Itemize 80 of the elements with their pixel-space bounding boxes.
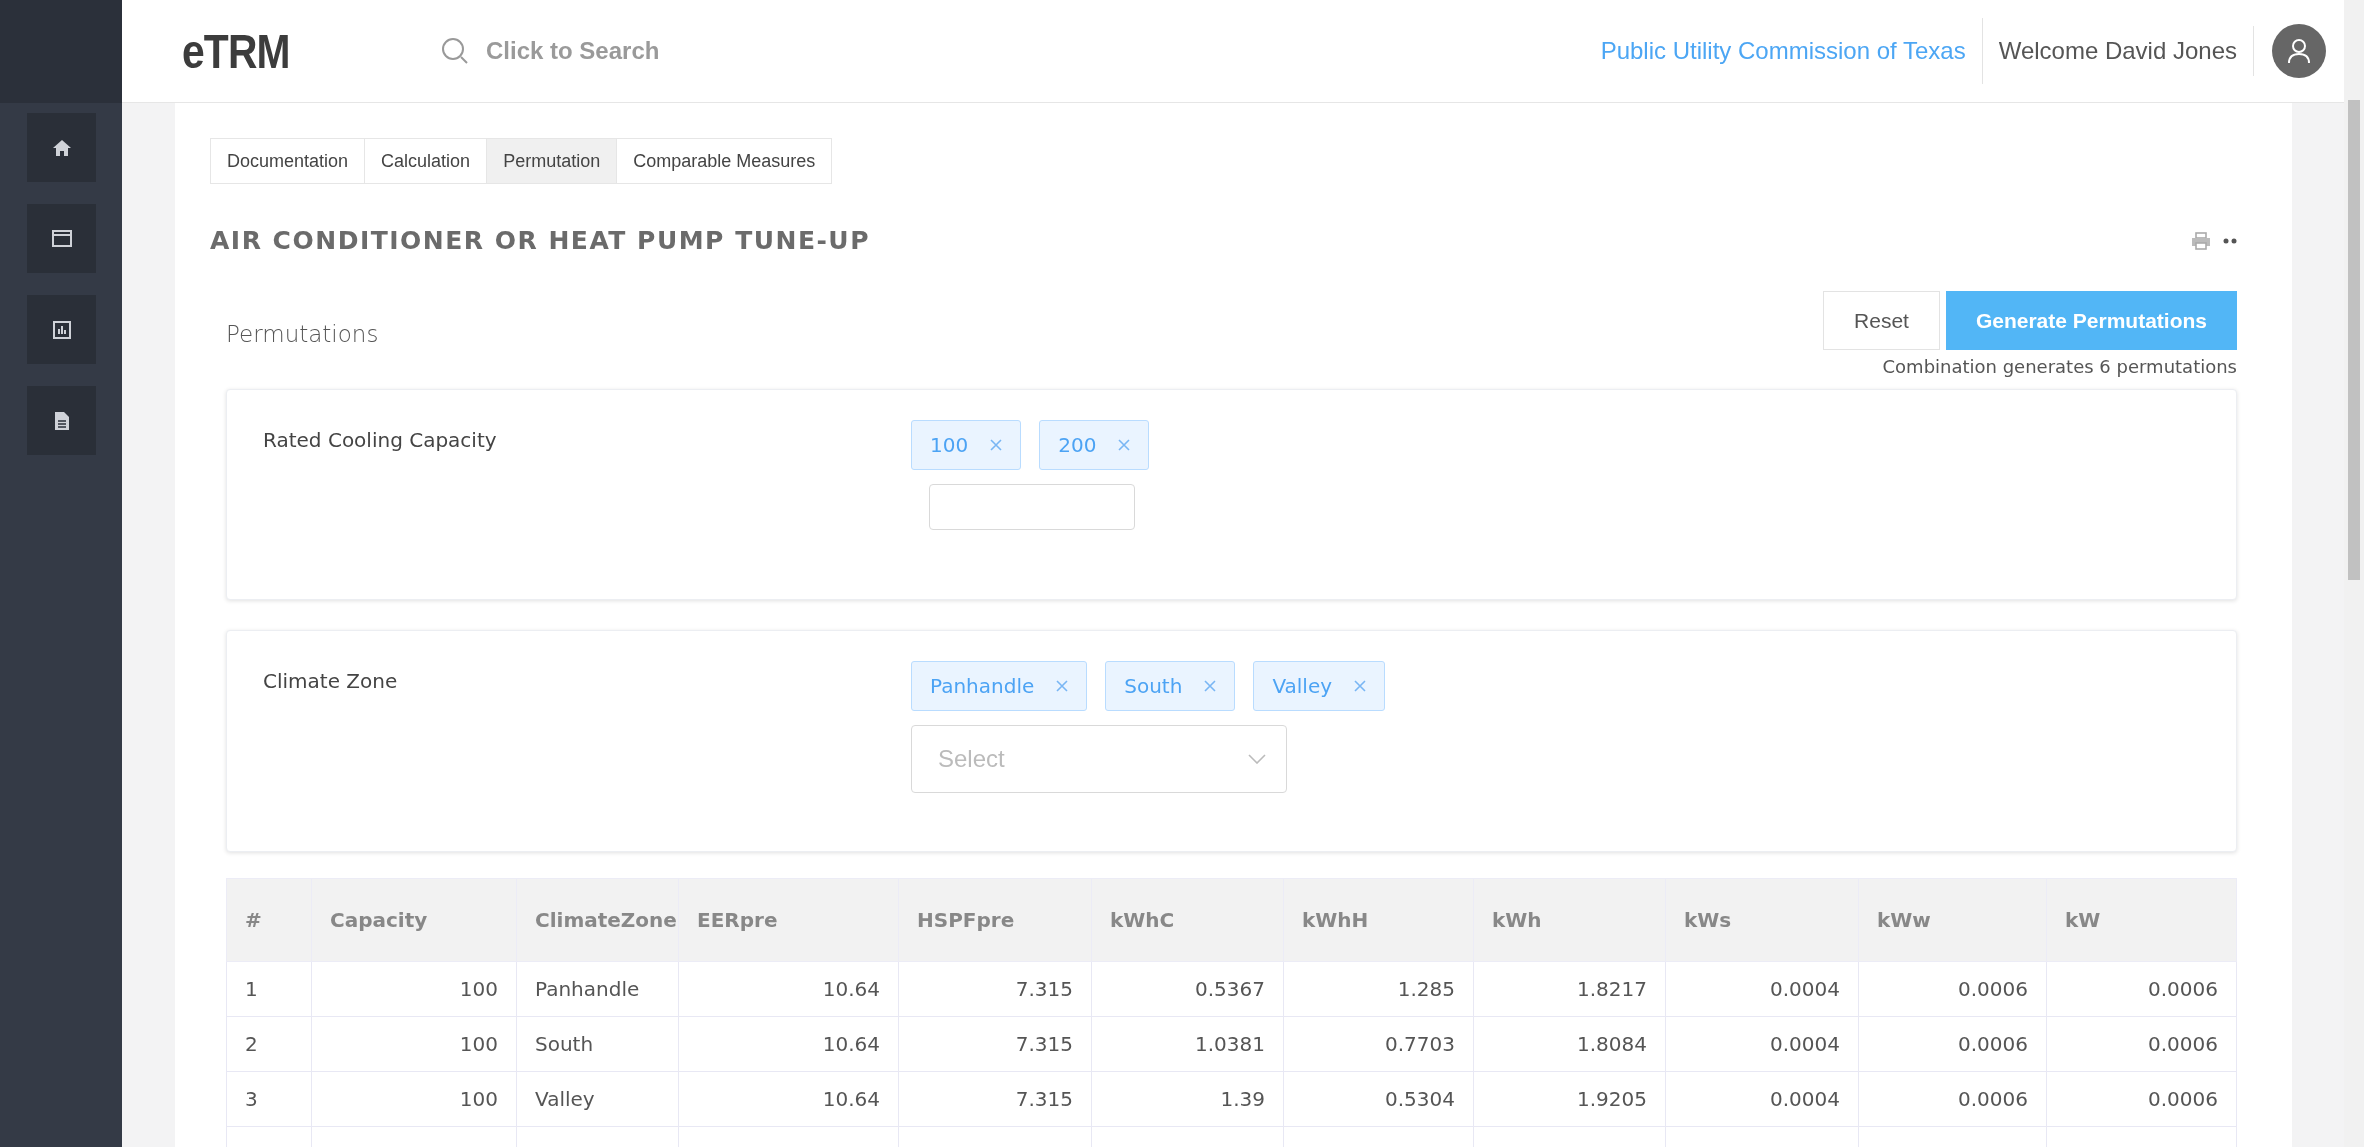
table-cell: 100	[311, 1016, 517, 1072]
table-cell: South	[516, 1016, 679, 1072]
document-icon	[53, 410, 70, 431]
parameter-label: Rated Cooling Capacity	[263, 428, 498, 454]
table-cell: 0.0004	[1665, 961, 1859, 1017]
column-header: kWhC	[1091, 878, 1284, 962]
column-header: kWh	[1473, 878, 1666, 962]
sidebar-item[interactable]	[27, 386, 96, 455]
column-header: kWs	[1665, 878, 1859, 962]
window-icon	[51, 230, 72, 247]
input-field[interactable]	[929, 484, 1135, 530]
welcome-text: Welcome David Jones	[1982, 26, 2254, 76]
table-cell: 10.64	[678, 961, 899, 1017]
table-cell: 0.0006	[2046, 961, 2237, 1017]
table-cell: 1.8217	[1473, 961, 1666, 1017]
tag-text: 100	[930, 433, 969, 457]
tab[interactable]: Permutation	[487, 139, 618, 183]
close-icon[interactable]	[1354, 680, 1367, 692]
table-cell: 0.0006	[1858, 961, 2047, 1017]
table-cell: 10.64	[678, 1071, 899, 1127]
tag-text: South	[1124, 674, 1183, 698]
column-header: HSPFpre	[898, 878, 1092, 962]
reset-button[interactable]: Reset	[1823, 291, 1940, 350]
user-icon	[2287, 38, 2311, 64]
table-cell: 0.0004	[1665, 1071, 1859, 1127]
table-cell: 0.0004	[1665, 1016, 1859, 1072]
avatar[interactable]	[2272, 24, 2326, 78]
tag-text: Valley	[1272, 674, 1333, 698]
table-cell: 0.5304	[1283, 1071, 1474, 1127]
home-icon	[51, 138, 72, 157]
table-cell: 1	[226, 961, 312, 1017]
table-cell: 7.315	[898, 961, 1092, 1017]
table-cell: 100	[311, 1071, 517, 1127]
sidebar-item[interactable]	[27, 204, 96, 273]
select-placeholder: Select	[938, 745, 1005, 773]
logo: eTRM	[182, 23, 291, 79]
column-header: kWw	[1858, 878, 2047, 962]
table-cell: 1.8084	[1473, 1016, 1666, 1072]
tag-text: 200	[1058, 433, 1097, 457]
permutation-count-note: Combination generates 6 permutations	[1882, 356, 2237, 377]
table-cell: 0.0006	[2046, 1016, 2237, 1072]
page-title: AIR CONDITIONER OR HEAT PUMP TUNE-UP	[210, 226, 870, 255]
close-icon[interactable]	[990, 439, 1003, 451]
table-cell: 7.315	[898, 1016, 1092, 1072]
print-icon[interactable]	[2191, 231, 2211, 250]
table-cell: 1.9205	[1473, 1071, 1666, 1127]
column-header: kWhH	[1283, 878, 1474, 962]
column-header: ClimateZone	[516, 878, 679, 962]
column-header: Capacity	[311, 878, 517, 962]
table-cell: 100	[311, 961, 517, 1017]
search-field[interactable]: Click to Search	[484, 36, 828, 66]
section-title: Permutations	[226, 321, 379, 349]
table-cell: 3	[226, 1071, 312, 1127]
table-cell: 1.0381	[1091, 1016, 1284, 1072]
column-header: kW	[2046, 878, 2237, 962]
more-icon[interactable]	[2223, 237, 2237, 244]
table-cell: 0.7703	[1283, 1016, 1474, 1072]
table-cell: 10.64	[678, 1016, 899, 1072]
table-cell: Panhandle	[516, 961, 679, 1017]
sidebar-item[interactable]	[27, 113, 96, 182]
column-header: #	[226, 878, 312, 962]
column-header: EERpre	[678, 878, 899, 962]
table-cell: 0.0006	[1858, 1016, 2047, 1072]
table-cell: 0.5367	[1091, 961, 1284, 1017]
chevron-down-icon	[1248, 754, 1266, 764]
sidebar-item[interactable]	[27, 295, 96, 364]
table-cell: 7.315	[898, 1071, 1092, 1127]
parameter-label: Climate Zone	[263, 669, 399, 695]
tag-text: Panhandle	[930, 674, 1035, 698]
table-cell: 0.0006	[2046, 1071, 2237, 1127]
table-cell: 2	[226, 1016, 312, 1072]
search-icon	[440, 36, 470, 66]
table-cell: 0.0006	[1858, 1071, 2047, 1127]
table-cell: 1.285	[1283, 961, 1474, 1017]
close-icon[interactable]	[1118, 439, 1131, 451]
bar-chart-icon	[52, 320, 71, 339]
table-cell: 1.39	[1091, 1071, 1284, 1127]
close-icon[interactable]	[1056, 680, 1069, 692]
table-cell: Valley	[516, 1071, 679, 1127]
close-icon[interactable]	[1204, 680, 1217, 692]
